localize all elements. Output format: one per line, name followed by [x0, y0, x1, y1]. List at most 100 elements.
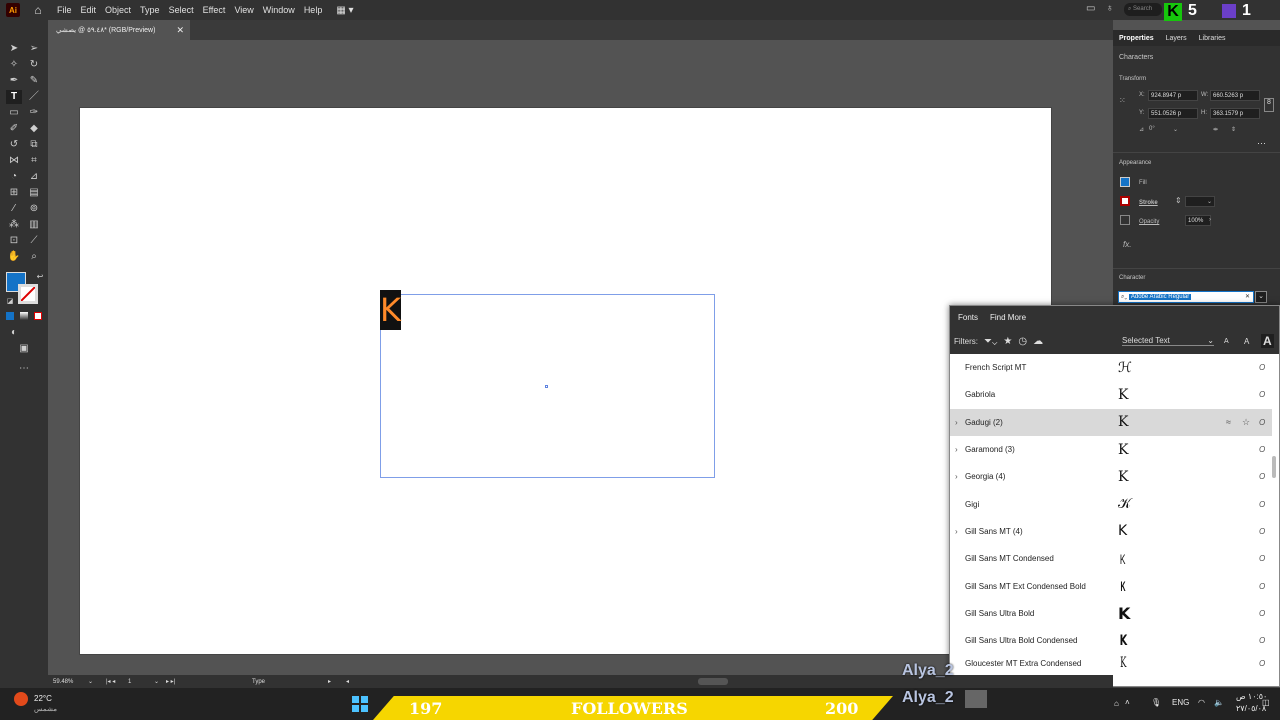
status-scroll-left-icon[interactable]: ◂ — [346, 678, 349, 685]
more-tools-icon[interactable]: ⋯ — [16, 362, 32, 376]
paintbrush-tool-icon[interactable]: ✑ — [26, 106, 42, 120]
opacity-arrow-icon[interactable]: › — [1209, 217, 1211, 223]
rotate-tool-icon[interactable]: ↺ — [6, 138, 22, 152]
document-tab[interactable]: ٥٩.٤٨ @ يصشي* (RGB/Preview) ✕ — [48, 20, 190, 40]
language-indicator[interactable]: ENG — [1172, 698, 1189, 707]
fill-color-swatch[interactable] — [1120, 177, 1130, 187]
workspace-switcher-icon[interactable]: ▦ ▾ — [336, 5, 353, 16]
sample-size-large[interactable]: A — [1261, 334, 1274, 348]
eraser-tool-icon[interactable]: ◆ — [26, 122, 42, 136]
rotate-dropdown-icon[interactable]: ⌄ — [1173, 126, 1178, 133]
prev-artboard-icon[interactable]: |◂ ◂ — [106, 678, 115, 685]
artboard-dropdown-icon[interactable]: ⌄ — [154, 678, 159, 685]
font-row-gabriola[interactable]: Gabriola K O — [950, 381, 1272, 408]
favorites-filter-icon[interactable]: ★ — [1003, 336, 1012, 347]
font-row-gadugi[interactable]: › Gadugi (2) K ≈ ☆ O — [950, 408, 1272, 436]
selection-tool-icon[interactable]: ➤ — [6, 42, 22, 56]
font-row-gigi[interactable]: Gigi 𝒦 O — [950, 490, 1272, 517]
hand-tool-icon[interactable]: ✋ — [6, 250, 22, 264]
none-mode-icon[interactable] — [34, 312, 42, 320]
tab-properties[interactable]: Properties — [1119, 35, 1154, 42]
tab-find-more[interactable]: Find More — [990, 313, 1026, 322]
menu-select[interactable]: Select — [169, 5, 194, 15]
h-field[interactable]: 363.1579 p — [1210, 108, 1260, 119]
network-icon[interactable]: ⌂ — [1114, 699, 1119, 708]
zoom-tool-icon[interactable]: ⌕ — [26, 250, 42, 264]
direct-selection-tool-icon[interactable]: ➢ — [26, 42, 42, 56]
zoom-dropdown-icon[interactable]: ⌄ — [88, 678, 93, 685]
wifi-icon[interactable]: ◠ — [1198, 698, 1205, 707]
font-list-scrollbar[interactable] — [1272, 456, 1276, 478]
weather-icon[interactable] — [14, 692, 28, 706]
flip-horizontal-icon[interactable]: ⇹ — [1213, 126, 1218, 133]
gradient-tool-icon[interactable]: ▤ — [26, 186, 42, 200]
clear-font-icon[interactable]: ✕ — [1245, 292, 1250, 303]
curvature-tool-icon[interactable]: ✎ — [26, 74, 42, 88]
activated-fonts-icon[interactable]: ☁ — [1033, 336, 1043, 347]
taskbar-app-thumbnail[interactable] — [965, 690, 987, 708]
stroke-swatch[interactable] — [18, 284, 38, 304]
drawing-modes-icon[interactable]: ◐ — [6, 326, 22, 340]
artboard-number[interactable]: 1 — [128, 679, 131, 685]
slice-tool-icon[interactable]: ⟋ — [26, 234, 42, 248]
opacity-label[interactable]: Opacity — [1139, 219, 1159, 225]
shaper-tool-icon[interactable]: ✐ — [6, 122, 22, 136]
lightbulb-icon[interactable]: ♁ — [1106, 3, 1114, 14]
shape-builder-tool-icon[interactable]: ◔ — [6, 170, 22, 184]
free-transform-tool-icon[interactable]: ⌗ — [26, 154, 42, 168]
menu-effect[interactable]: Effect — [203, 5, 226, 15]
rotate-value[interactable]: 0° — [1149, 126, 1155, 132]
default-colors-icon[interactable]: ◪ — [2, 295, 18, 309]
pen-tool-icon[interactable]: ✒ — [6, 74, 22, 88]
mesh-tool-icon[interactable]: ⊞ — [6, 186, 22, 200]
arrange-icon[interactable]: ▭ — [1086, 3, 1095, 14]
chevron-up-icon[interactable]: ˄ — [1125, 698, 1130, 707]
magic-wand-tool-icon[interactable]: ✧ — [6, 58, 22, 72]
font-row-french-script[interactable]: French Script MT ℋ O — [950, 354, 1272, 381]
stroke-stepper-icon[interactable]: ⇕ — [1175, 196, 1182, 205]
expand-chevron-icon[interactable]: › — [955, 418, 958, 427]
home-icon[interactable]: ⌂ — [28, 3, 48, 17]
tab-fonts[interactable]: Fonts — [958, 313, 978, 322]
y-field[interactable]: 551.0526 p — [1148, 108, 1198, 119]
font-row-gill-sans-ext-condensed-bold[interactable]: Gill Sans MT Ext Condensed Bold K O — [950, 572, 1272, 599]
font-row-gill-sans-mt[interactable]: › Gill Sans MT (4) K O — [950, 518, 1272, 545]
fx-label[interactable]: fx. — [1123, 240, 1131, 249]
x-field[interactable]: 924.8947 p — [1148, 90, 1198, 101]
font-row-gill-sans-ultra-bold-condensed[interactable]: Gill Sans Ultra Bold Condensed K O — [950, 627, 1272, 654]
selected-text-glyph[interactable]: K — [380, 290, 401, 330]
search-input[interactable]: ⌕ Search — [1124, 3, 1162, 16]
artboard-tool-icon[interactable]: ⊡ — [6, 234, 22, 248]
font-row-gill-sans-ultra-bold[interactable]: Gill Sans Ultra Bold K O — [950, 600, 1272, 627]
horizontal-scrollbar[interactable] — [698, 678, 728, 685]
opacity-field[interactable]: 100% — [1185, 215, 1211, 226]
menu-view[interactable]: View — [234, 5, 253, 15]
constrain-proportions-icon[interactable]: 8 — [1264, 98, 1274, 112]
filter-classification-icon[interactable]: ⏷⌄ — [984, 336, 997, 347]
notifications-icon[interactable]: ◫ — [1262, 698, 1270, 707]
eyedropper-tool-icon[interactable]: ⁄ — [6, 202, 22, 216]
tab-layers[interactable]: Layers — [1166, 35, 1187, 42]
status-arrow-icon[interactable]: ▸ — [328, 678, 331, 685]
sample-size-small[interactable]: A — [1224, 338, 1229, 345]
screen-mode-icon[interactable]: ▣ — [16, 342, 32, 356]
font-row-georgia[interactable]: › Georgia (4) K O — [950, 463, 1272, 490]
next-artboard-icon[interactable]: ▸ ▸| — [166, 678, 175, 685]
zoom-level[interactable]: 59.48% — [53, 679, 73, 685]
close-tab-icon[interactable]: ✕ — [176, 25, 184, 36]
stroke-dropdown-icon[interactable]: ⌄ — [1207, 198, 1212, 205]
font-row-gill-sans-condensed[interactable]: Gill Sans MT Condensed K O — [950, 545, 1272, 572]
perspective-grid-tool-icon[interactable]: ⊿ — [26, 170, 42, 184]
reference-point-icon[interactable]: ⁙ — [1119, 96, 1126, 105]
menu-window[interactable]: Window — [263, 5, 295, 15]
swap-fill-stroke-icon[interactable]: ↩ — [32, 270, 48, 284]
menu-type[interactable]: Type — [140, 5, 160, 15]
gradient-mode-icon[interactable] — [20, 312, 28, 320]
menu-file[interactable]: File — [57, 5, 72, 15]
tab-libraries[interactable]: Libraries — [1199, 35, 1226, 42]
preview-select[interactable]: Selected Text ⌄ — [1122, 336, 1214, 346]
stroke-color-swatch[interactable] — [1120, 196, 1130, 206]
font-row-gloucester[interactable]: Gloucester MT Extra Condensed K O — [950, 654, 1272, 672]
w-field[interactable]: 660.5263 p — [1210, 90, 1260, 101]
menu-help[interactable]: Help — [304, 5, 323, 15]
